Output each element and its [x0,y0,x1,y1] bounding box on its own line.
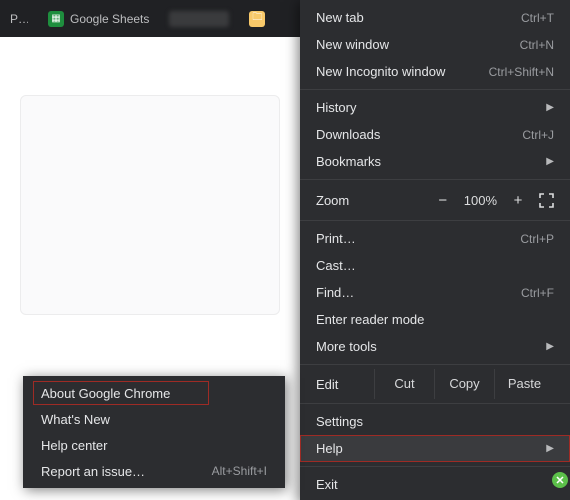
blurred-tab-icon [169,11,229,27]
menu-label: Bookmarks [316,154,536,169]
zoom-value: 100% [464,193,497,208]
menu-separator [300,364,570,365]
zoom-in-button[interactable]: + [511,193,525,208]
menu-shortcut: Ctrl+F [484,286,554,300]
menu-label: New window [316,37,474,52]
menu-label: Downloads [316,127,474,142]
menu-shortcut: Ctrl+P [484,232,554,246]
submenu-whats-new[interactable]: What's New [23,406,285,432]
menu-edit: Edit Cut Copy Paste [300,369,570,399]
menu-more-tools[interactable]: More tools ▶ [300,333,570,360]
edit-cut-button[interactable]: Cut [374,369,434,399]
menu-label: Print… [316,231,474,246]
menu-label: New Incognito window [316,64,474,79]
menu-bookmarks[interactable]: Bookmarks ▶ [300,148,570,175]
menu-shortcut: Ctrl+J [484,128,554,142]
close-ad-icon[interactable]: ✕ [552,472,568,488]
menu-shortcut: Alt+Shift+I [212,464,267,478]
toolbar-area [0,37,300,65]
menu-shortcut: Ctrl+T [484,11,554,25]
menu-label: More tools [316,339,536,354]
menu-separator [300,220,570,221]
menu-help[interactable]: Help ▶ [300,435,570,462]
submenu-about-chrome[interactable]: About Google Chrome [23,380,285,406]
menu-exit[interactable]: Exit [300,471,570,498]
tab-label: Google Sheets [70,12,149,26]
menu-separator [300,179,570,180]
menu-separator [300,89,570,90]
zoom-controls: − 100% + [436,193,554,208]
viewport: Ph… ▦ Google Sheets 🗀 New tab Ctrl+T New… [0,0,570,500]
menu-find[interactable]: Find… Ctrl+F [300,279,570,306]
menu-label: Enter reader mode [316,312,554,327]
menu-zoom: Zoom − 100% + [300,184,570,216]
menu-cast[interactable]: Cast… [300,252,570,279]
menu-label: Exit [316,477,554,492]
browser-tab[interactable]: Ph… [0,0,38,37]
menu-label: What's New [41,412,267,427]
menu-separator [300,466,570,467]
menu-new-tab[interactable]: New tab Ctrl+T [300,4,570,31]
submenu-arrow-icon: ▶ [546,102,554,113]
tab-label: Ph… [10,12,28,26]
chrome-main-menu: New tab Ctrl+T New window Ctrl+N New Inc… [300,0,570,500]
menu-label: About Google Chrome [41,386,267,401]
menu-label: Report an issue… [41,464,212,479]
menu-shortcut: Ctrl+N [484,38,554,52]
submenu-arrow-icon: ▶ [546,156,554,167]
menu-label: Find… [316,285,474,300]
menu-downloads[interactable]: Downloads Ctrl+J [300,121,570,148]
folder-icon: 🗀 [249,11,265,27]
menu-shortcut: Ctrl+Shift+N [484,65,554,79]
menu-label: Settings [316,414,554,429]
menu-settings[interactable]: Settings [300,408,570,435]
zoom-out-button[interactable]: − [436,193,450,208]
menu-separator [300,403,570,404]
menu-label: Zoom [316,193,436,208]
menu-label: Help center [41,438,267,453]
edit-paste-button[interactable]: Paste [494,369,554,399]
browser-tab[interactable] [159,0,239,37]
help-submenu: About Google Chrome What's New Help cent… [23,376,285,488]
menu-new-window[interactable]: New window Ctrl+N [300,31,570,58]
menu-history[interactable]: History ▶ [300,94,570,121]
fullscreen-icon[interactable] [539,193,554,208]
browser-tab[interactable]: ▦ Google Sheets [38,0,159,37]
menu-label: Cast… [316,258,554,273]
menu-label: Help [316,441,536,456]
edit-copy-button[interactable]: Copy [434,369,494,399]
submenu-arrow-icon: ▶ [546,341,554,352]
browser-tab[interactable]: 🗀 [239,0,269,37]
sheets-icon: ▦ [48,11,64,27]
menu-label: History [316,100,536,115]
menu-label: Edit [316,377,374,392]
submenu-report-issue[interactable]: Report an issue… Alt+Shift+I [23,458,285,484]
menu-label: New tab [316,10,474,25]
menu-new-incognito[interactable]: New Incognito window Ctrl+Shift+N [300,58,570,85]
menu-reader-mode[interactable]: Enter reader mode [300,306,570,333]
menu-print[interactable]: Print… Ctrl+P [300,225,570,252]
submenu-arrow-icon: ▶ [546,443,554,454]
content-card [20,95,280,315]
submenu-help-center[interactable]: Help center [23,432,285,458]
